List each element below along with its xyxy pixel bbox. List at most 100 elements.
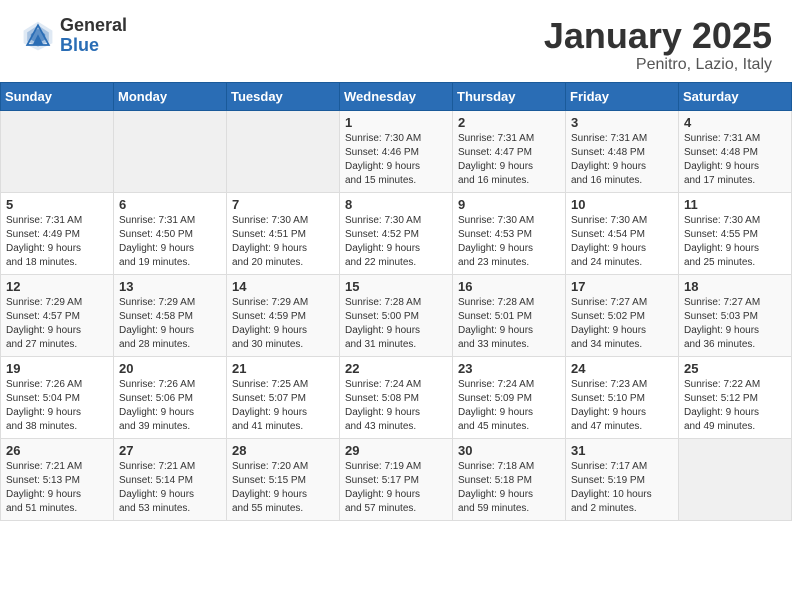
- day-cell: 18Sunrise: 7:27 AM Sunset: 5:03 PM Dayli…: [679, 274, 792, 356]
- logo: General Blue: [20, 16, 127, 56]
- col-monday: Monday: [114, 82, 227, 110]
- day-number: 19: [6, 361, 108, 376]
- calendar-body: 1 Sunrise: 7:30 AM Sunset: 4:46 PM Daylig…: [1, 110, 792, 520]
- calendar-header: Sunday Monday Tuesday Wednesday Thursday…: [1, 82, 792, 110]
- day-cell: 28 Sunrise: 7:20 AM Sunset: 5:15 PM Dayli…: [227, 438, 340, 520]
- day-cell: 10 Sunrise: 7:30 AM Sunset: 4:54 PM Dayli…: [566, 192, 679, 274]
- day-cell: 17Sunrise: 7:27 AM Sunset: 5:02 PM Dayli…: [566, 274, 679, 356]
- week-row-1: 5 Sunrise: 7:31 AM Sunset: 4:49 PM Daylig…: [1, 192, 792, 274]
- day-info: Sunrise: 7:28 AM Sunset: 5:00 PM Dayligh…: [345, 296, 447, 352]
- page: General Blue January 2025 Penitro, Lazio…: [0, 0, 792, 612]
- day-cell: [114, 110, 227, 192]
- day-info: Sunrise: 7:31 AM Sunset: 4:48 PM Dayligh…: [571, 132, 673, 188]
- day-number: 5: [6, 197, 108, 212]
- day-cell: 2 Sunrise: 7:31 AM Sunset: 4:47 PM Daylig…: [453, 110, 566, 192]
- day-cell: 24 Sunrise: 7:23 AM Sunset: 5:10 PM Dayli…: [566, 356, 679, 438]
- day-number: 12: [6, 279, 108, 294]
- day-cell: [1, 110, 114, 192]
- day-info: Sunrise: 7:30 AM Sunset: 4:51 PM Dayligh…: [232, 214, 334, 270]
- day-cell: 29Sunrise: 7:19 AM Sunset: 5:17 PM Dayli…: [340, 438, 453, 520]
- day-number: 9: [458, 197, 560, 212]
- day-number: 16: [458, 279, 560, 294]
- day-info: Sunrise: 7:30 AM Sunset: 4:54 PM Dayligh…: [571, 214, 673, 270]
- day-cell: [227, 110, 340, 192]
- day-info: Sunrise: 7:21 AM Sunset: 5:13 PM Dayligh…: [6, 460, 108, 516]
- day-info: Sunrise: 7:26 AM Sunset: 5:06 PM Dayligh…: [119, 378, 221, 434]
- day-number: 8: [345, 197, 447, 212]
- day-info: Sunrise: 7:30 AM Sunset: 4:52 PM Dayligh…: [345, 214, 447, 270]
- calendar-subtitle: Penitro, Lazio, Italy: [544, 56, 772, 74]
- day-number: 24: [571, 361, 673, 376]
- day-number: 13: [119, 279, 221, 294]
- day-number: 27: [119, 443, 221, 458]
- day-info: Sunrise: 7:30 AM Sunset: 4:55 PM Dayligh…: [684, 214, 786, 270]
- day-cell: 13 Sunrise: 7:29 AM Sunset: 4:58 PM Dayli…: [114, 274, 227, 356]
- day-cell: 3 Sunrise: 7:31 AM Sunset: 4:48 PM Daylig…: [566, 110, 679, 192]
- day-info: Sunrise: 7:30 AM Sunset: 4:53 PM Dayligh…: [458, 214, 560, 270]
- day-info: Sunrise: 7:29 AM Sunset: 4:57 PM Dayligh…: [6, 296, 108, 352]
- day-info: Sunrise: 7:31 AM Sunset: 4:50 PM Dayligh…: [119, 214, 221, 270]
- day-cell: 4Sunrise: 7:31 AM Sunset: 4:48 PM Daylig…: [679, 110, 792, 192]
- day-cell: [679, 438, 792, 520]
- day-cell: 1 Sunrise: 7:30 AM Sunset: 4:46 PM Daylig…: [340, 110, 453, 192]
- day-info: Sunrise: 7:25 AM Sunset: 5:07 PM Dayligh…: [232, 378, 334, 434]
- col-thursday: Thursday: [453, 82, 566, 110]
- logo-blue-text: Blue: [60, 36, 127, 56]
- day-cell: 21 Sunrise: 7:25 AM Sunset: 5:07 PM Dayli…: [227, 356, 340, 438]
- day-cell: 5 Sunrise: 7:31 AM Sunset: 4:49 PM Daylig…: [1, 192, 114, 274]
- day-number: 15: [345, 279, 447, 294]
- col-saturday: Saturday: [679, 82, 792, 110]
- logo-general-text: General: [60, 16, 127, 36]
- day-info: Sunrise: 7:29 AM Sunset: 4:58 PM Dayligh…: [119, 296, 221, 352]
- day-info: Sunrise: 7:31 AM Sunset: 4:47 PM Dayligh…: [458, 132, 560, 188]
- day-number: 3: [571, 115, 673, 130]
- day-info: Sunrise: 7:28 AM Sunset: 5:01 PM Dayligh…: [458, 296, 560, 352]
- day-cell: 7Sunrise: 7:30 AM Sunset: 4:51 PM Daylig…: [227, 192, 340, 274]
- col-wednesday: Wednesday: [340, 82, 453, 110]
- day-info: Sunrise: 7:20 AM Sunset: 5:15 PM Dayligh…: [232, 460, 334, 516]
- logo-text: General Blue: [60, 16, 127, 56]
- day-info: Sunrise: 7:30 AM Sunset: 4:46 PM Dayligh…: [345, 132, 447, 188]
- day-info: Sunrise: 7:17 AM Sunset: 5:19 PM Dayligh…: [571, 460, 673, 516]
- day-number: 29: [345, 443, 447, 458]
- header: General Blue January 2025 Penitro, Lazio…: [0, 0, 792, 82]
- day-info: Sunrise: 7:18 AM Sunset: 5:18 PM Dayligh…: [458, 460, 560, 516]
- title-block: January 2025 Penitro, Lazio, Italy: [544, 16, 772, 74]
- day-info: Sunrise: 7:27 AM Sunset: 5:03 PM Dayligh…: [684, 296, 786, 352]
- day-number: 17: [571, 279, 673, 294]
- day-number: 6: [119, 197, 221, 212]
- day-number: 28: [232, 443, 334, 458]
- calendar-title: January 2025: [544, 16, 772, 56]
- day-info: Sunrise: 7:24 AM Sunset: 5:08 PM Dayligh…: [345, 378, 447, 434]
- day-cell: 27Sunrise: 7:21 AM Sunset: 5:14 PM Dayli…: [114, 438, 227, 520]
- day-number: 30: [458, 443, 560, 458]
- day-number: 14: [232, 279, 334, 294]
- day-number: 20: [119, 361, 221, 376]
- day-cell: 12 Sunrise: 7:29 AM Sunset: 4:57 PM Dayli…: [1, 274, 114, 356]
- day-cell: 6 Sunrise: 7:31 AM Sunset: 4:50 PM Daylig…: [114, 192, 227, 274]
- week-row-3: 19 Sunrise: 7:26 AM Sunset: 5:04 PM Dayli…: [1, 356, 792, 438]
- day-info: Sunrise: 7:24 AM Sunset: 5:09 PM Dayligh…: [458, 378, 560, 434]
- day-cell: 20 Sunrise: 7:26 AM Sunset: 5:06 PM Dayli…: [114, 356, 227, 438]
- col-tuesday: Tuesday: [227, 82, 340, 110]
- day-number: 25: [684, 361, 786, 376]
- day-number: 21: [232, 361, 334, 376]
- col-friday: Friday: [566, 82, 679, 110]
- day-cell: 8 Sunrise: 7:30 AM Sunset: 4:52 PM Daylig…: [340, 192, 453, 274]
- day-number: 2: [458, 115, 560, 130]
- day-cell: 19 Sunrise: 7:26 AM Sunset: 5:04 PM Dayli…: [1, 356, 114, 438]
- day-number: 22: [345, 361, 447, 376]
- day-number: 4: [684, 115, 786, 130]
- day-cell: 23Sunrise: 7:24 AM Sunset: 5:09 PM Dayli…: [453, 356, 566, 438]
- day-info: Sunrise: 7:29 AM Sunset: 4:59 PM Dayligh…: [232, 296, 334, 352]
- day-info: Sunrise: 7:31 AM Sunset: 4:49 PM Dayligh…: [6, 214, 108, 270]
- day-cell: 26Sunrise: 7:21 AM Sunset: 5:13 PM Dayli…: [1, 438, 114, 520]
- day-info: Sunrise: 7:22 AM Sunset: 5:12 PM Dayligh…: [684, 378, 786, 434]
- day-info: Sunrise: 7:23 AM Sunset: 5:10 PM Dayligh…: [571, 378, 673, 434]
- day-cell: 15 Sunrise: 7:28 AM Sunset: 5:00 PM Dayli…: [340, 274, 453, 356]
- day-number: 10: [571, 197, 673, 212]
- logo-icon: [20, 18, 56, 54]
- day-cell: 16 Sunrise: 7:28 AM Sunset: 5:01 PM Dayli…: [453, 274, 566, 356]
- day-number: 1: [345, 115, 447, 130]
- day-info: Sunrise: 7:26 AM Sunset: 5:04 PM Dayligh…: [6, 378, 108, 434]
